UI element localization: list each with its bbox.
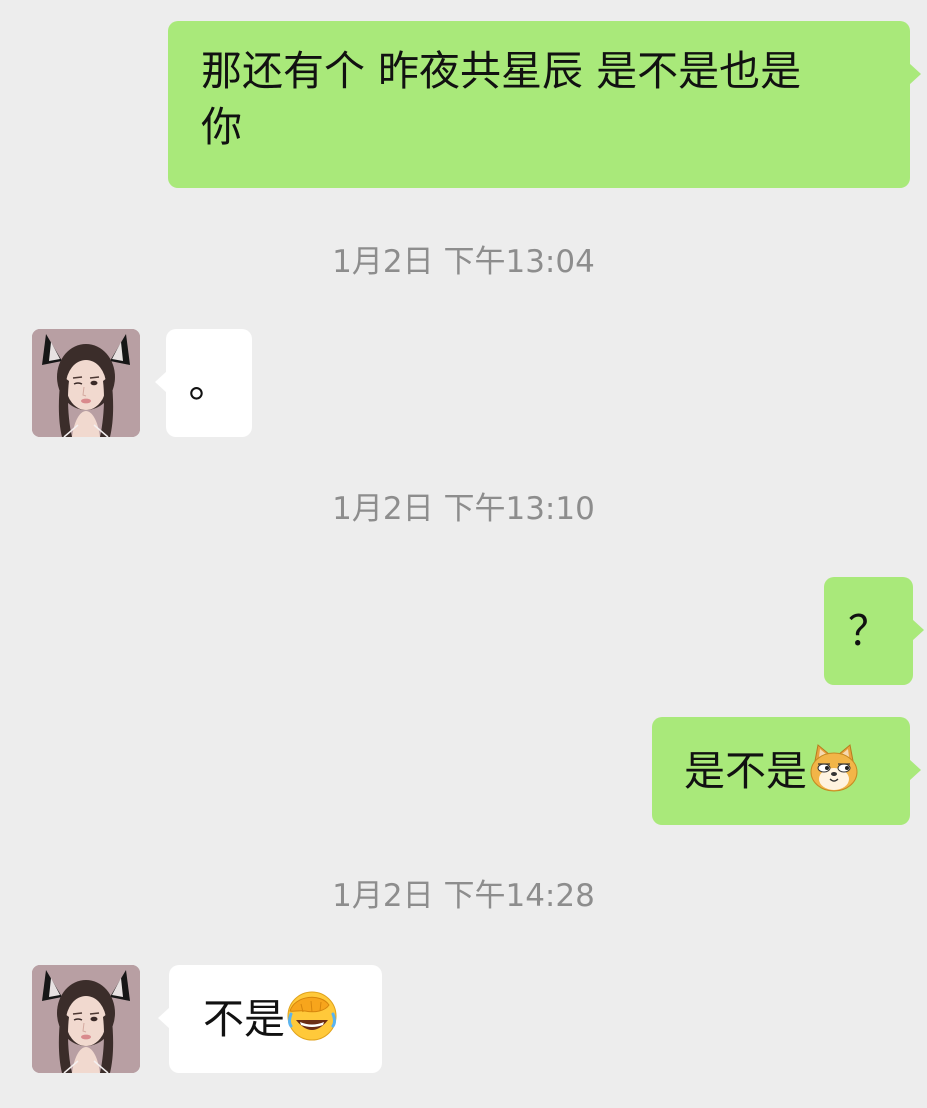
message-timestamp: 1月2日 下午13:10 [332,491,595,527]
message-text: 。 [188,359,230,407]
bubble-tail [158,1007,170,1029]
avatar-image [32,965,140,1073]
message-text-line: 那还有个 昨夜共星辰 是不是也是 [201,47,802,95]
facepalm-laughing-icon [285,989,339,1043]
received-message-bubble[interactable]: 不是 [158,965,382,1073]
message-text: 是不是 [684,747,807,795]
avatar-image [32,329,140,437]
contact-avatar[interactable] [32,329,140,437]
received-message-bubble[interactable]: 。 [155,329,252,437]
sent-message-bubble[interactable]: 是不是 [652,717,921,825]
sent-message-bubble[interactable]: 那还有个 昨夜共星辰 是不是也是 你 [168,21,921,188]
message-text: 不是 [203,995,285,1043]
contact-avatar[interactable] [32,965,140,1073]
doge-cat-icon [807,741,861,795]
message-text-line: 你 [201,103,242,151]
bubble-tail [909,63,921,85]
message-timestamp: 1月2日 下午14:28 [332,878,595,914]
message-text: ？ [848,607,889,655]
message-timestamp: 1月2日 下午13:04 [332,244,595,280]
sent-message-bubble[interactable]: ？ [824,577,924,685]
bubble-tail [155,371,167,393]
bubble-tail [912,619,924,641]
bubble-tail [909,759,921,781]
